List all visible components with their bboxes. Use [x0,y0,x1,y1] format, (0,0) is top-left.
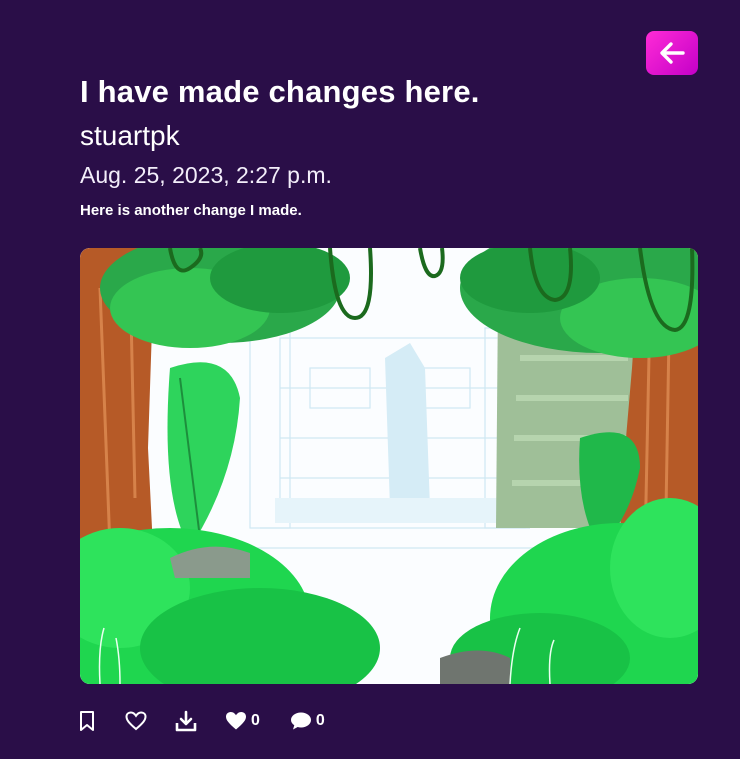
post-actions-bar: 0 0 [78,706,325,736]
post-title: I have made changes here. [80,74,480,109]
post-artwork-image [80,248,698,684]
heart-filled-icon [226,712,246,730]
likes-count: 0 [225,711,260,731]
back-button[interactable] [646,31,698,75]
comment-icon [290,712,311,730]
post-author[interactable]: stuartpk [80,120,180,152]
download-button[interactable] [175,710,197,732]
comments-count-value: 0 [315,712,325,729]
arrow-left-icon [660,42,685,64]
likes-count-value: 0 [251,712,260,729]
like-button[interactable] [125,711,147,731]
bookmark-icon [80,711,94,731]
comments-button[interactable]: 0 [290,711,325,731]
post-date: Aug. 25, 2023, 2:27 p.m. [80,162,332,188]
bookmark-button[interactable] [78,710,98,732]
post-description: Here is another change I made. [80,202,302,219]
heart-outline-icon [125,711,147,731]
download-icon [175,710,197,732]
